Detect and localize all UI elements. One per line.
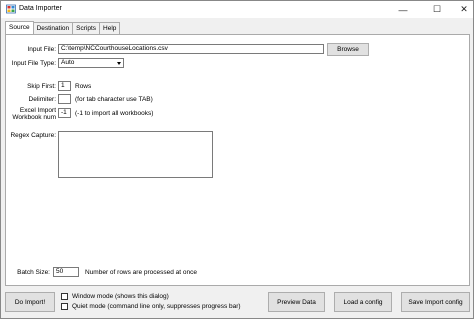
window-title: Data Importer (19, 5, 62, 12)
tab-help[interactable]: Help (99, 22, 121, 34)
input-file-label: Input File: (27, 46, 56, 53)
window-mode-label: Window mode (shows this dialog) (72, 293, 169, 300)
data-importer-window: Data Importer — ☐ ✕ Source Destination S… (0, 0, 474, 319)
source-panel: Input File: C:\temp\NCCourthouseLocation… (5, 34, 470, 286)
batch-size-hint: Number of rows are processed at once (85, 269, 197, 276)
input-file-type-value: Auto (61, 59, 75, 66)
app-icon (6, 4, 16, 14)
delimiter-label: Delimiter: (28, 96, 56, 103)
tab-scripts[interactable]: Scripts (72, 22, 101, 34)
regex-capture-label: Regex Capture: (10, 132, 56, 139)
load-config-button[interactable]: Load a config (334, 292, 392, 312)
skip-first-field[interactable]: 1 (58, 81, 71, 91)
checkbox-box[interactable] (61, 293, 68, 300)
excel-import-hint: (-1 to import all workbooks) (75, 110, 154, 117)
delimiter-field[interactable] (58, 94, 71, 104)
chevron-down-icon (117, 62, 121, 65)
regex-capture-textarea[interactable] (58, 131, 213, 178)
delimiter-hint: (for tab character use TAB) (75, 96, 153, 103)
skip-first-label: Skip First: (27, 83, 56, 90)
excel-import-label-line1: Excel Import (19, 107, 56, 114)
maximize-icon[interactable]: ☐ (422, 1, 452, 18)
excel-import-label-line2: Workbook num (12, 114, 56, 121)
do-import-button[interactable]: Do Import! (5, 292, 55, 312)
browse-button[interactable]: Browse (327, 43, 369, 56)
batch-size-field[interactable]: 50 (53, 267, 79, 277)
save-import-config-button[interactable]: Save Import config (401, 292, 470, 312)
excel-workbook-field[interactable]: -1 (58, 108, 71, 118)
title-bar: Data Importer — ☐ ✕ (1, 1, 473, 18)
quiet-mode-checkbox[interactable]: Quiet mode (command line only, suppresse… (61, 303, 241, 310)
tab-destination[interactable]: Destination (32, 22, 74, 34)
input-file-type-select[interactable]: Auto (58, 58, 124, 68)
window-mode-checkbox[interactable]: Window mode (shows this dialog) (61, 293, 169, 300)
quiet-mode-label: Quiet mode (command line only, suppresse… (72, 303, 241, 310)
skip-first-suffix: Rows (75, 83, 92, 90)
batch-size-label: Batch Size: (17, 269, 50, 276)
input-file-type-label: Input File Type: (11, 60, 56, 67)
input-file-field[interactable]: C:\temp\NCCourthouseLocations.csv (58, 44, 324, 54)
close-icon[interactable]: ✕ (449, 1, 474, 18)
tab-source[interactable]: Source (5, 21, 34, 34)
minimize-icon[interactable]: — (388, 1, 418, 18)
tab-strip: Source Destination Scripts Help (5, 21, 121, 34)
preview-data-button[interactable]: Preview Data (268, 292, 325, 312)
checkbox-box[interactable] (61, 303, 68, 310)
